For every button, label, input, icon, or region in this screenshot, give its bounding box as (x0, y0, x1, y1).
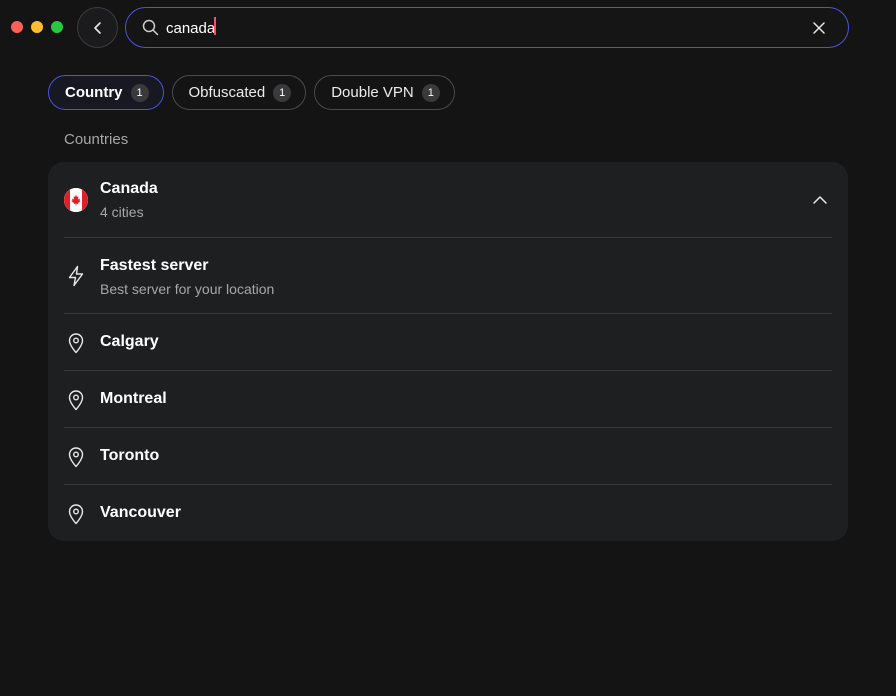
country-city-count: 4 cities (100, 204, 144, 220)
fastest-server-row[interactable]: Fastest server Best server for your loca… (64, 238, 832, 314)
filter-count-badge: 1 (273, 83, 292, 102)
app-window: Country 1 Obfuscated 1 Double VPN 1 Coun… (0, 0, 896, 696)
search-bar (125, 7, 849, 48)
location-pin-icon (66, 332, 86, 354)
filter-double-vpn[interactable]: Double VPN 1 (314, 75, 455, 110)
location-pin-icon (66, 389, 86, 411)
chevron-left-icon (91, 21, 105, 35)
city-row-toronto[interactable]: Toronto (64, 428, 832, 485)
country-name: Canada (100, 180, 158, 197)
search-icon (142, 19, 159, 36)
text-caret (214, 17, 216, 35)
clear-search-button[interactable] (810, 19, 828, 37)
filter-obfuscated[interactable]: Obfuscated 1 (171, 75, 307, 110)
location-pin-icon (66, 446, 86, 468)
search-input[interactable] (166, 17, 786, 39)
filter-pills: Country 1 Obfuscated 1 Double VPN 1 (48, 75, 455, 110)
lightning-icon (66, 265, 86, 287)
close-icon (813, 22, 825, 34)
fastest-server-title: Fastest server (100, 257, 209, 274)
results-card: Canada 4 cities Fastest server Best serv… (48, 162, 848, 541)
city-row-montreal[interactable]: Montreal (64, 371, 832, 428)
maximize-window-button[interactable] (51, 21, 63, 33)
city-name: Calgary (100, 333, 159, 350)
chevron-up-icon[interactable] (812, 192, 828, 208)
back-button[interactable] (77, 7, 118, 48)
filter-country[interactable]: Country 1 (48, 75, 164, 110)
close-window-button[interactable] (11, 21, 23, 33)
filter-label: Country (65, 84, 123, 101)
city-name: Montreal (100, 390, 167, 407)
city-row-vancouver[interactable]: Vancouver (64, 485, 832, 542)
fastest-server-subtitle: Best server for your location (100, 281, 275, 297)
location-pin-icon (66, 503, 86, 525)
filter-label: Obfuscated (188, 84, 266, 101)
section-title: Countries (64, 131, 129, 148)
window-controls (11, 21, 63, 33)
filter-count-badge: 1 (421, 83, 440, 102)
city-name: Vancouver (100, 504, 181, 521)
city-row-calgary[interactable]: Calgary (64, 314, 832, 371)
filter-count-badge: 1 (130, 83, 149, 102)
canada-flag-icon (64, 188, 88, 212)
filter-label: Double VPN (331, 84, 414, 101)
city-name: Toronto (100, 447, 160, 464)
minimize-window-button[interactable] (31, 21, 43, 33)
country-row-canada[interactable]: Canada 4 cities (64, 162, 832, 238)
